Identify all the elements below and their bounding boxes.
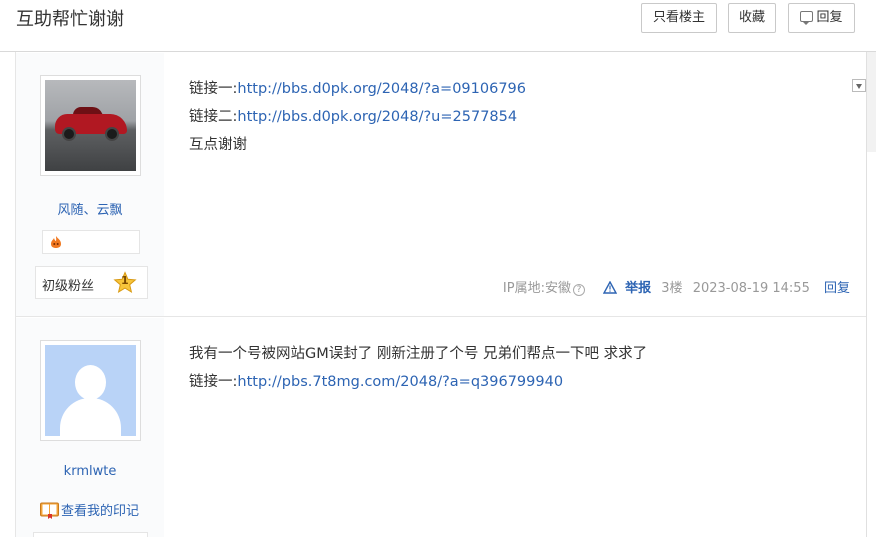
post-content: 链接一:http://bbs.d0pk.org/2048/?a=09106796… [189,75,526,159]
badge-row [33,532,148,537]
comment-icon [800,11,814,25]
badge-row [42,230,140,254]
impression-link[interactable]: 查看我的印记 [40,500,139,519]
avatar-image [45,80,136,171]
content-line: 我有一个号被网站GM误封了 刚新注册了个号 兄弟们帮点一下吧 求求了 [189,346,648,362]
reply-button-label: 回复 [816,10,843,25]
help-icon[interactable]: ? [572,284,585,296]
post-link[interactable]: http://bbs.d0pk.org/2048/?a=09106796 [237,81,526,97]
thread-header: 互助帮忙谢谢 只看楼主 收藏 回复 [0,0,876,52]
book-icon [40,502,59,519]
post: 风随、云飘 初级粉丝 1 链接一:http://bbs.d0pk.org/204… [16,53,866,317]
post-content: 我有一个号被网站GM误封了 刚新注册了个号 兄弟们帮点一下吧 求求了 链接一:h… [189,340,647,396]
line-prefix: 链接一: [189,374,238,390]
author-sidebar: krmlwte 查看我的印记 [16,318,164,537]
line-prefix: 链接一: [189,81,238,97]
post-link[interactable]: http://bbs.d0pk.org/2048/?u=2577854 [237,109,517,125]
impression-label: 查看我的印记 [61,504,140,519]
post-link[interactable]: http://pbs.7t8mg.com/2048/?a=q396799940 [237,374,563,390]
content-line: 链接一:http://bbs.d0pk.org/2048/?a=09106796 [189,75,526,103]
fire-badge-icon[interactable] [49,235,63,249]
author-username[interactable]: 风随、云飘 [16,199,164,218]
post-menu-dropdown[interactable] [852,79,866,92]
post: krmlwte 查看我的印记 我有一个号被网站GM误封了 刚新注册了个号 兄弟们… [16,318,866,537]
favorite-button[interactable]: 收藏 [728,3,776,33]
level-badge[interactable]: 初级粉丝 1 [35,266,148,299]
only-op-button[interactable]: 只看楼主 [641,3,717,33]
default-avatar-image [45,345,136,436]
ip-location: IP属地:安徽 [502,281,571,296]
author-username[interactable]: krmlwte [16,464,164,479]
avatar[interactable] [40,340,141,441]
content-line: 互点谢谢 [189,137,247,153]
content-line: 链接二:http://bbs.d0pk.org/2048/?u=2577854 [189,103,526,131]
scrollbar[interactable] [867,52,876,152]
content-line: 链接一:http://pbs.7t8mg.com/2048/?a=q396799… [189,368,647,396]
report-label: 举报 [625,281,652,296]
report-link[interactable]: 举报 [603,281,651,296]
author-sidebar: 风随、云飘 初级粉丝 1 [16,53,164,316]
floor-number: 3楼 [661,281,683,296]
level-title: 初级粉丝 [42,279,95,294]
thread-title: 互助帮忙谢谢 [16,9,124,30]
post-reply-link[interactable]: 回复 [824,281,850,296]
post-meta: IP属地:安徽? 举报 3楼 2023-08-19 14:55 回复 [497,277,850,296]
post-time: 2023-08-19 14:55 [692,281,810,296]
avatar[interactable] [40,75,141,176]
reply-button[interactable]: 回复 [788,3,855,33]
line-prefix: 链接二: [189,109,238,125]
warning-icon [603,281,618,294]
level-number: 1 [121,274,129,287]
